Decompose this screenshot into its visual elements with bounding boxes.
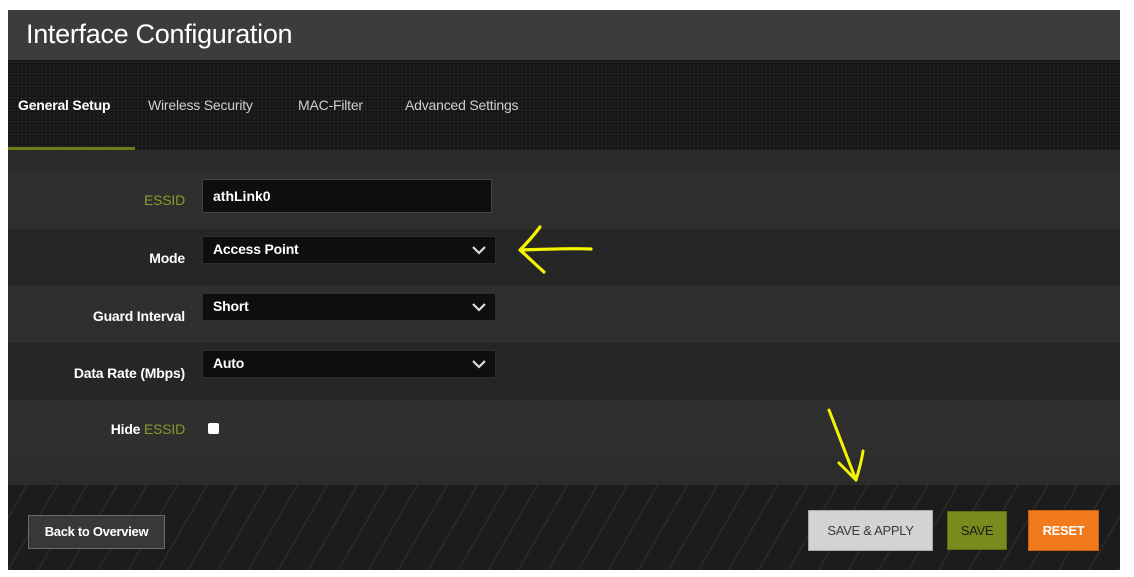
back-to-overview-button[interactable]: Back to Overview: [28, 515, 165, 549]
reset-button[interactable]: Reset: [1028, 510, 1099, 551]
guard-interval-select[interactable]: Short: [202, 293, 496, 321]
essid-row: ESSID: [8, 172, 1120, 229]
mode-select-value: Access Point: [213, 241, 299, 257]
section-divider: [8, 150, 1120, 172]
hide-essid-checkbox[interactable]: [208, 423, 219, 434]
essid-label: ESSID: [144, 192, 185, 208]
tab-bar: General Setup Wireless Security MAC-Filt…: [8, 60, 1120, 150]
chevron-down-icon: [472, 360, 486, 369]
page-title: Interface Configuration: [26, 19, 293, 49]
tab-wireless-security[interactable]: Wireless Security: [148, 97, 253, 113]
essid-abbr: ESSID: [143, 192, 185, 208]
data-rate-row: Data Rate (Mbps) Auto: [8, 343, 1120, 400]
interface-configuration-panel: Interface Configuration General Setup Wi…: [8, 10, 1120, 570]
guard-interval-row: Guard Interval Short: [8, 286, 1120, 343]
save-button[interactable]: Save: [947, 511, 1007, 550]
mode-label: Mode: [149, 250, 185, 266]
chevron-down-icon: [472, 303, 486, 312]
tab-general-setup[interactable]: General Setup: [18, 97, 111, 113]
essid-input[interactable]: [202, 179, 492, 213]
guard-interval-label: Guard Interval: [92, 308, 185, 324]
mode-select[interactable]: Access Point: [202, 236, 496, 264]
save-and-apply-button[interactable]: Save & Apply: [808, 510, 933, 551]
hide-essid-row: Hide ESSID: [8, 400, 1120, 457]
tab-mac-filter[interactable]: MAC-Filter: [298, 97, 363, 113]
essid-abbr: ESSID: [143, 421, 185, 437]
hide-essid-label-text: Hide: [110, 421, 141, 437]
title-bar: Interface Configuration: [8, 10, 1120, 60]
data-rate-select[interactable]: Auto: [202, 350, 496, 378]
tab-advanced-settings[interactable]: Advanced Settings: [405, 97, 519, 113]
data-rate-select-value: Auto: [213, 355, 245, 371]
chevron-down-icon: [472, 246, 486, 255]
data-rate-label: Data Rate (Mbps): [73, 365, 185, 381]
form-bottom-strip: [8, 457, 1120, 485]
guard-interval-select-value: Short: [213, 298, 249, 314]
mode-row: Mode Access Point: [8, 229, 1120, 286]
hide-essid-label: Hide ESSID: [111, 421, 185, 437]
action-footer: Back to Overview Save & Apply Save Reset: [8, 485, 1120, 570]
